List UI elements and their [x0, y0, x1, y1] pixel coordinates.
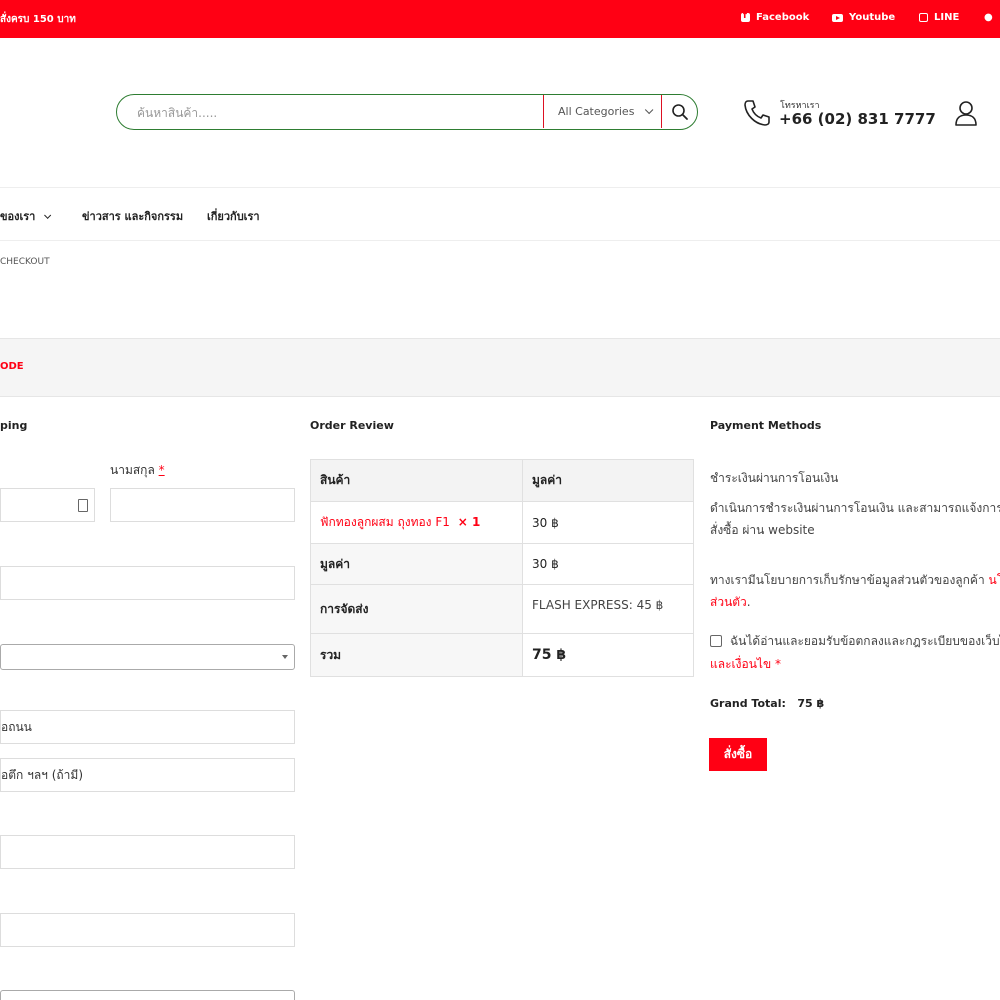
youtube-icon: [832, 13, 843, 22]
place-order-button[interactable]: สั่งซื้อ: [709, 738, 767, 771]
terms-text: ฉันได้อ่านและยอมรับข้อตกลงและกฎระเบียบขอ…: [730, 634, 1000, 648]
search-button[interactable]: [671, 103, 691, 123]
payment-methods-title: Payment Methods: [710, 419, 822, 432]
facebook-icon: [741, 11, 750, 22]
chevron-down-icon: [644, 105, 654, 115]
last-name-field[interactable]: [110, 488, 295, 522]
billing-title: ping: [0, 419, 28, 432]
country-select[interactable]: [0, 644, 295, 670]
shipping-value: FLASH EXPRESS: 45 ฿: [522, 584, 694, 634]
address-line1-field[interactable]: อถนน: [0, 710, 295, 744]
grand-total: Grand Total: 75 ฿: [710, 697, 825, 710]
column-header-product: สินค้า: [310, 459, 523, 502]
youtube-link[interactable]: Youtube: [832, 12, 895, 23]
city-field[interactable]: [0, 835, 295, 869]
divider: [661, 95, 662, 128]
company-field[interactable]: [0, 566, 295, 600]
subtotal-label: มูลค่า: [310, 543, 523, 585]
nav-item-products[interactable]: ของเรา: [0, 207, 52, 225]
line-link[interactable]: LINE: [919, 12, 959, 23]
payment-desc-line1: ดำเนินการชำระเงินผ่านการโอนเงิน และสามาร…: [710, 501, 1000, 515]
total-label: รวม: [310, 633, 523, 677]
phone-icon: [744, 100, 770, 126]
user-icon[interactable]: [954, 100, 978, 126]
table-row: การจัดส่ง FLASH EXPRESS: 45 ฿: [310, 584, 694, 634]
promo-text: สั่งครบ 150 บาท: [0, 14, 76, 25]
product-name-link[interactable]: ฟักทองลูกผสม ถุงทอง F1: [320, 515, 450, 529]
total-value: 75 ฿: [522, 633, 694, 677]
nav-item-news[interactable]: ข่าวสาร และกิจกรรม: [82, 207, 183, 225]
table-header-row: สินค้า มูลค่า: [310, 459, 694, 502]
table-row: รวม 75 ฿: [310, 633, 694, 677]
divider: [543, 95, 544, 128]
search-input[interactable]: [135, 102, 539, 124]
table-row: ฟักทองลูกผสม ถุงทอง F1 × 1 30 ฿: [310, 501, 694, 544]
coupon-code-link[interactable]: ODE: [0, 361, 24, 372]
postcode-field[interactable]: [0, 913, 295, 947]
facebook-link[interactable]: Facebook: [741, 11, 809, 23]
last-name-label: นามสกุล *: [110, 463, 165, 477]
search-bar: All Categories: [116, 94, 698, 130]
divider: [0, 240, 1000, 241]
product-price: 30 ฿: [522, 501, 694, 544]
order-review-title: Order Review: [310, 419, 394, 432]
payment-desc-line2: สั่งซื้อ ผ่าน website: [710, 523, 815, 537]
payment-method-name[interactable]: ชำระเงินผ่านการโอนเงิน: [710, 468, 838, 488]
contact-card-icon: [78, 499, 88, 512]
privacy-policy-link[interactable]: นโ: [989, 573, 1000, 587]
privacy-text: ทางเรามีนโยบายการเก็บรักษาข้อมูลส่วนตัวข…: [710, 570, 1000, 590]
coupon-band: ODE: [0, 338, 1000, 397]
product-qty: × 1: [457, 515, 481, 529]
terms-line2: และเงื่อนไข *: [710, 657, 781, 671]
line-icon: [919, 13, 928, 22]
state-select[interactable]: [0, 990, 295, 1000]
first-name-field[interactable]: [0, 488, 95, 522]
account-link[interactable]: ●: [984, 12, 993, 23]
product-cell: ฟักทองลูกผสม ถุงทอง F1 × 1: [310, 501, 523, 544]
contact-phone[interactable]: +66 (02) 831 7777: [779, 110, 936, 128]
grand-total-value: 75 ฿: [797, 697, 825, 710]
table-row: มูลค่า 30 ฿: [310, 543, 694, 585]
category-select[interactable]: All Categories: [558, 105, 654, 118]
user-plus-icon: ●: [984, 12, 993, 23]
breadcrumb: CHECKOUT: [0, 257, 50, 267]
privacy-policy-link[interactable]: ส่วนตัว: [710, 595, 747, 609]
order-review-table: สินค้า มูลค่า ฟักทองลูกผสม ถุงทอง F1 × 1…: [310, 459, 694, 677]
terms-checkbox[interactable]: [710, 635, 722, 647]
column-header-price: มูลค่า: [522, 459, 694, 502]
address-line2-field[interactable]: อตึก ฯลฯ (ถ้ามี): [0, 758, 295, 792]
dropdown-arrow-icon: [282, 655, 288, 659]
divider: [0, 187, 1000, 188]
terms-link[interactable]: และเงื่อนไข: [710, 657, 771, 671]
shipping-label: การจัดส่ง: [310, 584, 523, 634]
privacy-text-line2: ส่วนตัว.: [710, 595, 751, 609]
subtotal-value: 30 ฿: [522, 543, 694, 585]
search-icon: [672, 104, 688, 120]
chevron-down-icon: [44, 211, 52, 219]
nav-item-about[interactable]: เกี่ยวกับเรา: [207, 207, 260, 225]
top-bar: สั่งครบ 150 บาท Facebook Youtube LINE ●: [0, 0, 1000, 38]
